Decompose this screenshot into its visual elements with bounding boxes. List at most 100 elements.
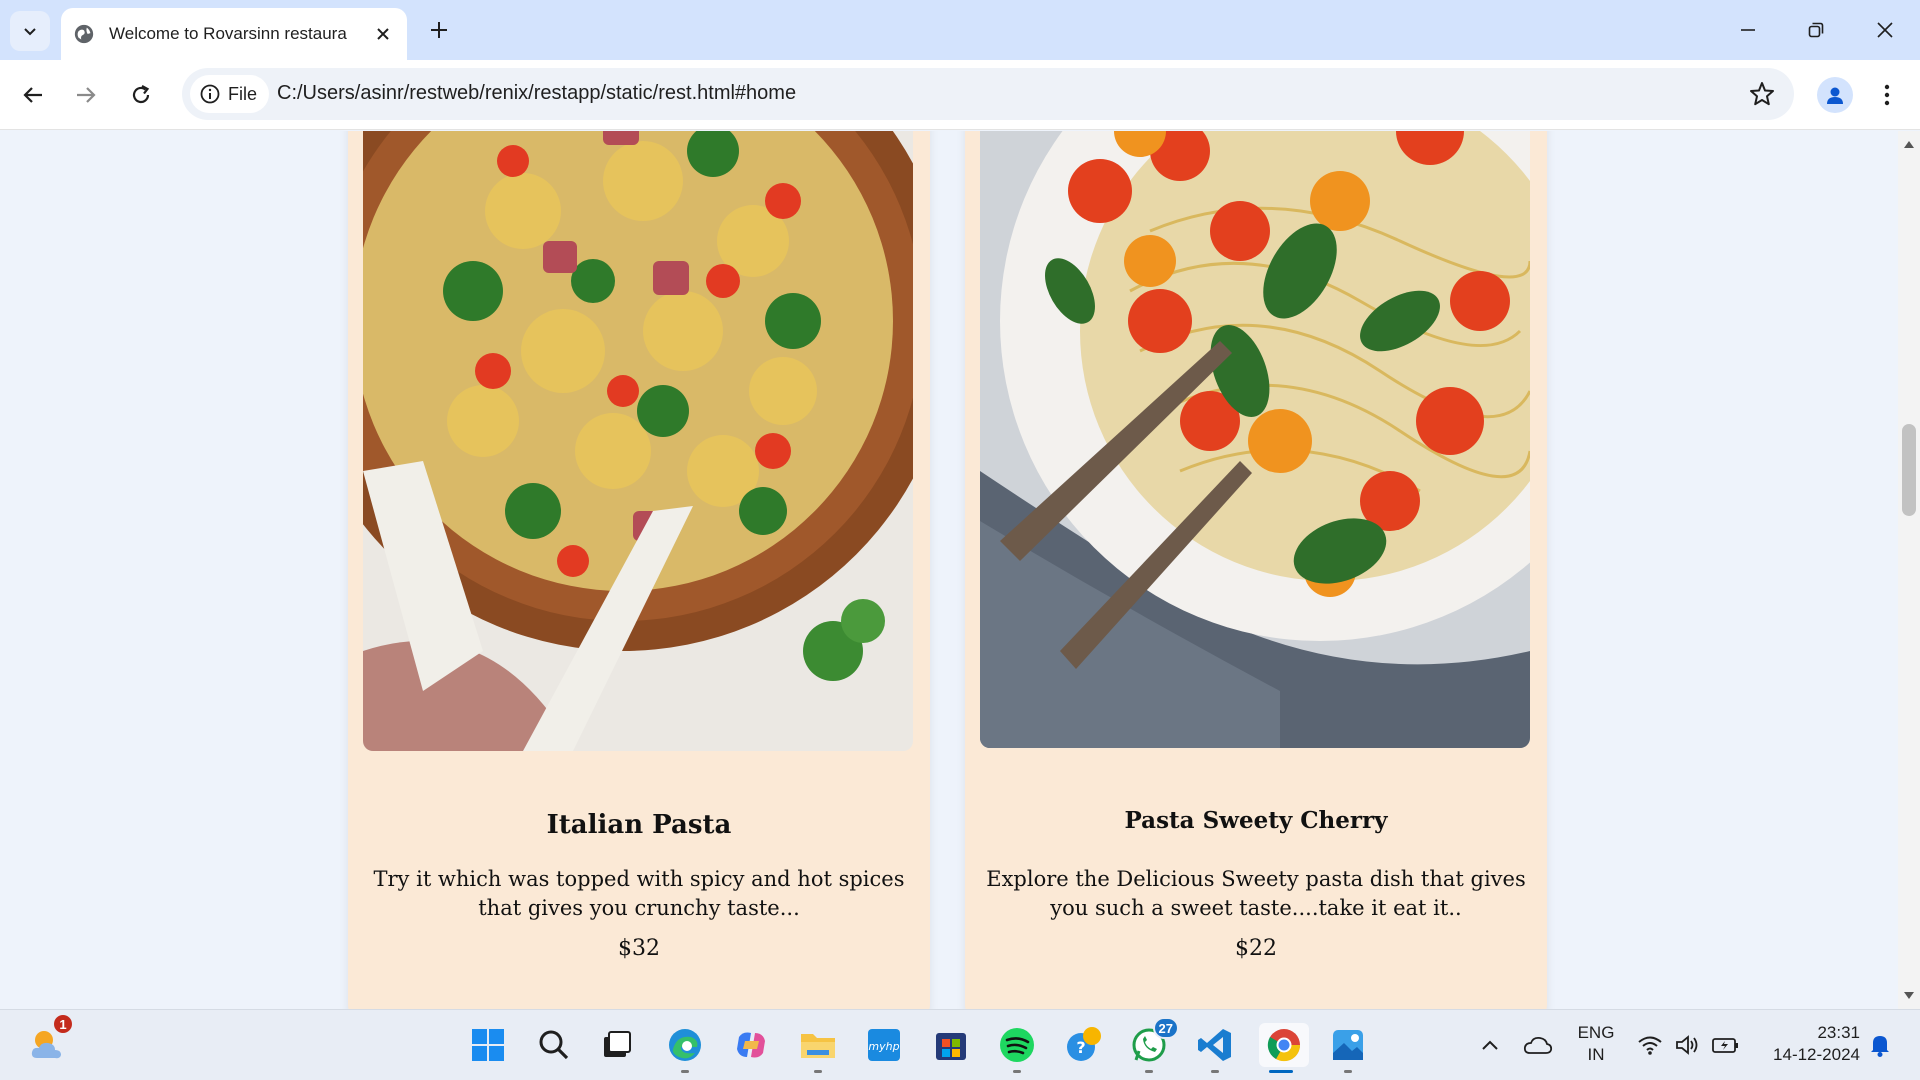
store-icon xyxy=(936,1033,966,1060)
running-indicator xyxy=(1269,1070,1293,1073)
close-icon xyxy=(377,28,389,40)
minimize-icon xyxy=(1741,29,1755,31)
tab-close-button[interactable] xyxy=(371,22,395,46)
clock-time: 23:31 xyxy=(1817,1023,1860,1042)
menu-card-italian-pasta[interactable]: Italian Pasta Try it which was topped wi… xyxy=(348,131,930,1009)
windows-start-icon xyxy=(472,1029,504,1061)
language-code: ENG xyxy=(1577,1023,1615,1042)
star-icon[interactable] xyxy=(1748,80,1776,108)
card-price: $22 xyxy=(1235,936,1277,961)
taskbar-spotify[interactable] xyxy=(995,1023,1039,1073)
whatsapp-badge: 27 xyxy=(1152,1017,1179,1039)
bell-icon xyxy=(1871,1036,1889,1057)
running-indicator xyxy=(1013,1070,1021,1073)
profile-button[interactable] xyxy=(1817,77,1853,113)
scroll-up-arrow[interactable] xyxy=(1904,141,1914,148)
card-description: Explore the Delicious Sweety pasta dish … xyxy=(986,867,1526,920)
running-indicator xyxy=(681,1070,689,1073)
new-tab-button[interactable] xyxy=(424,15,454,45)
taskbar-search[interactable] xyxy=(532,1023,576,1067)
taskbar-task-view[interactable] xyxy=(595,1023,639,1067)
clock-date: 14-12-2024 xyxy=(1773,1045,1860,1064)
window-close-button[interactable] xyxy=(1857,8,1913,52)
address-bar[interactable]: File C:/Users/asinr/restweb/renix/restap… xyxy=(182,68,1794,120)
taskbar-feedback[interactable]: ? xyxy=(1062,1023,1106,1067)
restore-icon xyxy=(1808,22,1824,38)
info-icon xyxy=(200,84,220,104)
wifi-icon xyxy=(1638,1036,1662,1055)
taskbar-photos[interactable] xyxy=(1326,1023,1370,1073)
weather-badge: 1 xyxy=(52,1013,74,1035)
more-menu-button[interactable] xyxy=(1872,77,1902,113)
myhp-icon: myhp xyxy=(868,1029,900,1061)
taskbar-store[interactable] xyxy=(929,1023,973,1067)
running-indicator xyxy=(1344,1070,1352,1073)
forward-button[interactable] xyxy=(68,77,104,113)
feedback-icon: ? xyxy=(1067,1027,1101,1061)
tab-title: Welcome to Rovarsinn restaura xyxy=(109,24,347,43)
tab-search-button[interactable] xyxy=(10,11,50,51)
taskbar-whatsapp[interactable]: 27 xyxy=(1127,1017,1179,1073)
profile-icon xyxy=(1827,87,1843,104)
photos-icon xyxy=(1333,1030,1363,1060)
pasta-sweety-cherry-image xyxy=(980,131,1530,748)
taskbar-copilot[interactable] xyxy=(729,1023,773,1067)
card-title: Italian Pasta xyxy=(546,810,732,840)
weather-widget[interactable]: 1 xyxy=(26,1013,74,1067)
card-title: Pasta Sweety Cherry xyxy=(1124,807,1388,834)
chrome-icon xyxy=(1267,1029,1301,1062)
wifi-tray[interactable] xyxy=(1632,1023,1668,1067)
battery-icon xyxy=(1712,1038,1738,1053)
taskbar-file-explorer[interactable] xyxy=(796,1023,840,1073)
taskbar-start[interactable] xyxy=(466,1023,510,1067)
language-indicator[interactable]: ENG IN xyxy=(1574,1022,1618,1066)
reload-button[interactable] xyxy=(123,77,159,113)
browser-toolbar: File C:/Users/asinr/restweb/renix/restap… xyxy=(0,60,1920,130)
running-indicator xyxy=(1211,1070,1219,1073)
reload-icon xyxy=(132,85,150,104)
onedrive-tray[interactable] xyxy=(1518,1023,1558,1067)
svg-text:myhp: myhp xyxy=(868,1040,899,1053)
scroll-thumb[interactable] xyxy=(1902,424,1916,516)
url-text[interactable]: C:/Users/asinr/restweb/renix/restapp/sta… xyxy=(277,82,796,105)
more-icon xyxy=(1884,84,1890,106)
running-indicator xyxy=(1145,1070,1153,1073)
battery-tray[interactable] xyxy=(1708,1023,1744,1067)
scroll-down-arrow[interactable] xyxy=(1904,992,1914,999)
spotify-icon xyxy=(1000,1028,1034,1062)
back-icon xyxy=(23,87,42,103)
task-view-icon xyxy=(604,1031,631,1057)
window-close-icon xyxy=(1877,22,1893,38)
menu-card-pasta-sweety-cherry[interactable]: Pasta Sweety Cherry Explore the Deliciou… xyxy=(965,131,1547,1009)
minimize-button[interactable] xyxy=(1720,8,1776,52)
browser-tab-strip: Welcome to Rovarsinn restaura xyxy=(0,0,1920,60)
vertical-scrollbar[interactable] xyxy=(1898,131,1920,1009)
file-explorer-icon xyxy=(801,1034,835,1058)
region-code: IN xyxy=(1587,1045,1605,1064)
back-button[interactable] xyxy=(15,77,51,113)
vscode-icon xyxy=(1198,1029,1231,1061)
taskbar-myhp[interactable]: myhp xyxy=(862,1023,906,1067)
show-hidden-icons[interactable] xyxy=(1470,1023,1510,1067)
page-content: Italian Pasta Try it which was topped wi… xyxy=(0,131,1898,1009)
taskbar-vscode[interactable] xyxy=(1193,1023,1237,1073)
globe-icon xyxy=(74,24,94,44)
volume-icon xyxy=(1676,1035,1698,1055)
search-icon xyxy=(539,1030,569,1060)
notifications-button[interactable] xyxy=(1862,1023,1898,1067)
tab-active[interactable]: Welcome to Rovarsinn restaura xyxy=(61,8,407,60)
taskbar-chrome[interactable] xyxy=(1259,1023,1309,1073)
site-info-chip[interactable]: File xyxy=(190,75,270,113)
windows-taskbar: 1 myhp ? 27 ENG IN 23:31 14-12-2024 xyxy=(0,1009,1920,1080)
forward-icon xyxy=(77,87,96,103)
onedrive-icon xyxy=(1523,1036,1553,1054)
taskbar-edge[interactable] xyxy=(663,1023,707,1073)
volume-tray[interactable] xyxy=(1670,1023,1706,1067)
restore-button[interactable] xyxy=(1788,8,1844,52)
clock[interactable]: 23:31 14-12-2024 xyxy=(1756,1022,1860,1066)
site-info-label: File xyxy=(228,83,258,104)
tab-search-icon xyxy=(24,28,36,36)
plus-icon xyxy=(431,22,447,38)
copilot-icon xyxy=(737,1032,765,1058)
card-price: $32 xyxy=(618,936,660,961)
